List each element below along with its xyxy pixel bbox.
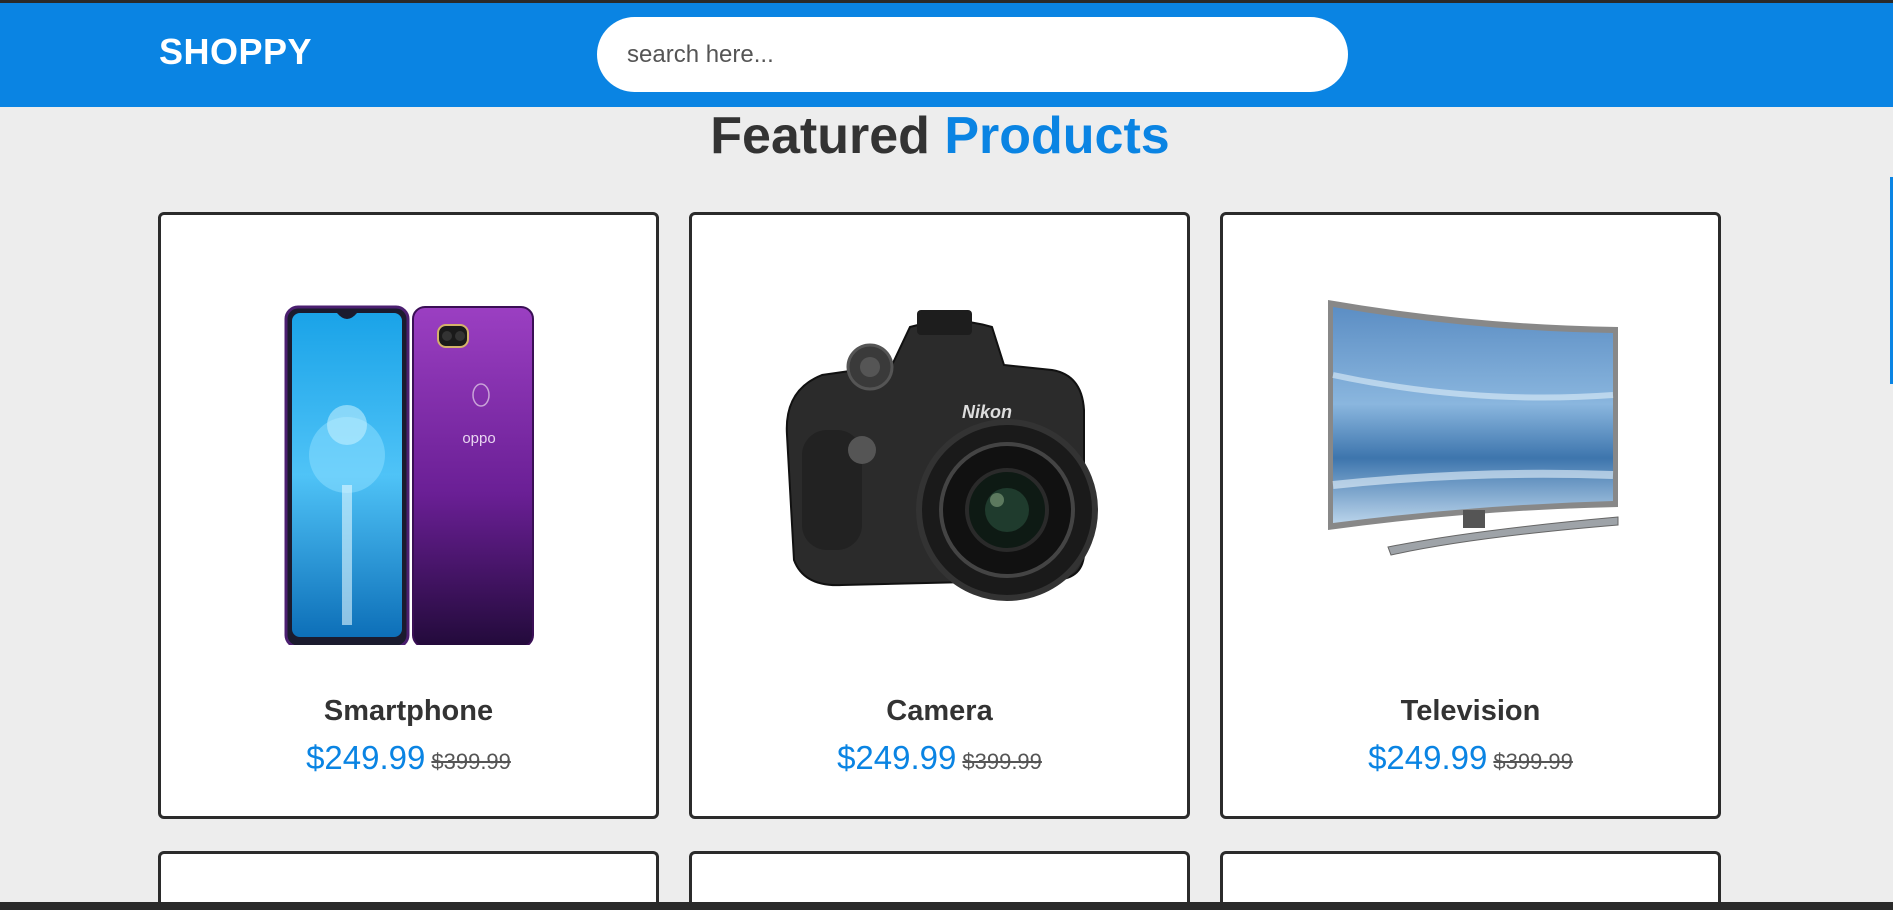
svg-text:Nikon: Nikon <box>962 402 1012 422</box>
page-title: Featured Products <box>0 106 1880 166</box>
page-title-accent: Products <box>944 107 1170 165</box>
product-name: Smartphone <box>323 695 494 727</box>
product-name: Television <box>1400 695 1541 727</box>
product-price: $249.99 <box>837 739 957 776</box>
logo[interactable]: SHOPPY <box>159 31 312 73</box>
product-old-price: $399.99 <box>1493 749 1573 774</box>
product-prices: $249.99 $399.99 <box>692 739 1187 777</box>
window-bottom-border <box>0 902 1893 910</box>
product-prices: $249.99 $399.99 <box>1223 739 1718 777</box>
product-card-camera[interactable]: Nikon Camera $249.99 $399.99 <box>689 212 1190 819</box>
product-old-price: $399.99 <box>962 749 1042 774</box>
page-title-main: Featured <box>710 107 930 165</box>
search-input[interactable] <box>597 17 1348 92</box>
smartphone-image: oppo <box>284 305 534 645</box>
svg-text:oppo: oppo <box>462 430 495 447</box>
navbar: SHOPPY <box>0 3 1893 107</box>
product-card-smartphone[interactable]: oppo Smartphone $249.99 $399.99 <box>158 212 659 819</box>
product-price: $249.99 <box>306 739 426 776</box>
television-image <box>1328 300 1619 556</box>
camera-image: Nikon <box>785 310 1098 601</box>
product-old-price: $399.99 <box>431 749 511 774</box>
product-price: $249.99 <box>1368 739 1488 776</box>
product-prices: $249.99 $399.99 <box>161 739 656 777</box>
product-card-television[interactable]: Television $249.99 $399.99 <box>1220 212 1721 819</box>
product-name: Camera <box>886 695 993 727</box>
